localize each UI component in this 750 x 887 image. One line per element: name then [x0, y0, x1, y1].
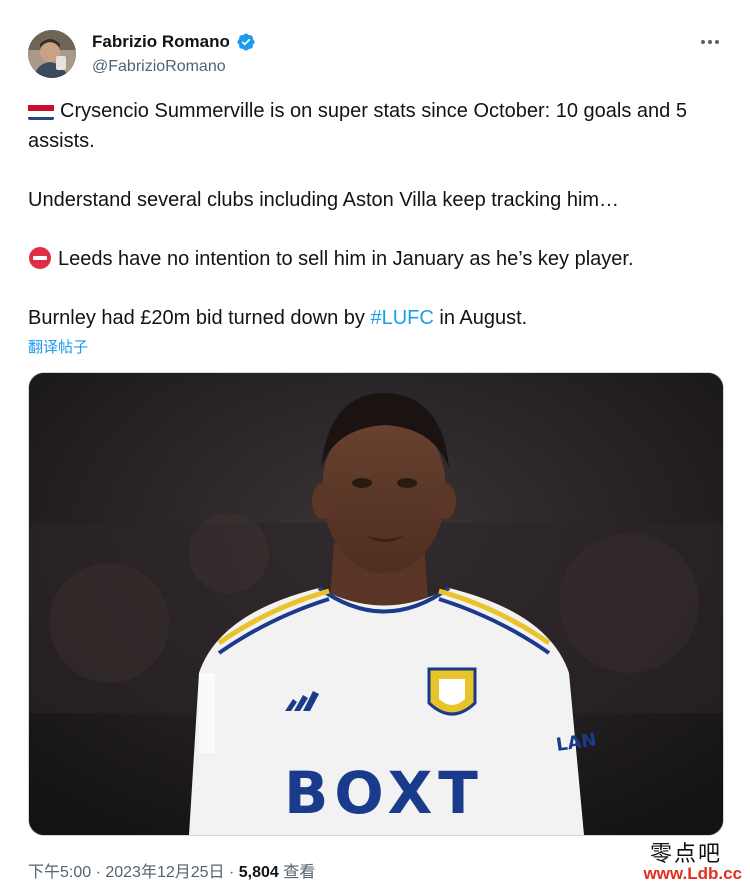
tweet-line-clubs: Understand several clubs including Aston… — [28, 189, 620, 211]
more-options-icon[interactable] — [698, 34, 722, 50]
tweet-paragraph: Burnley had £20m bid turned down by #LUF… — [28, 303, 728, 333]
author-handle[interactable]: @FabrizioRomano — [92, 58, 226, 76]
tweet-paragraph: Crysencio Summerville is on super stats … — [28, 96, 728, 156]
verified-badge-icon — [236, 32, 256, 52]
views-label: 查看 — [278, 864, 316, 881]
view-count: 5,804 — [238, 864, 279, 881]
avatar[interactable] — [28, 30, 76, 78]
tweet-paragraph: Understand several clubs including Aston… — [28, 185, 728, 215]
translate-post-link[interactable]: 翻译帖子 — [28, 336, 88, 357]
hashtag-link[interactable]: #LUFC — [370, 307, 433, 329]
tweet-media-photo[interactable]: BOXT LAN — [28, 372, 724, 836]
tweet-card: Fabrizio Romano @FabrizioRomano Crysenci… — [0, 0, 750, 887]
tweet-meta: 下午5:00 · 2023年12月25日 · 5,804 查看 — [28, 858, 315, 882]
netherlands-flag-icon — [28, 102, 54, 120]
no-entry-icon — [28, 246, 52, 270]
tweet-timestamp[interactable]: 下午5:00 · 2023年12月25日 · — [28, 864, 239, 881]
tweet-paragraph: Leeds have no intention to sell him in J… — [28, 244, 728, 274]
tweet-text: Crysencio Summerville is on super stats … — [28, 96, 728, 333]
tweet-line-leeds: Leeds have no intention to sell him in J… — [58, 248, 634, 270]
author-display-name[interactable]: Fabrizio Romano — [92, 32, 230, 52]
jersey-sponsor-text: BOXT — [284, 759, 484, 827]
tweet-line-burnley-post: in August. — [433, 307, 528, 329]
tweet-line-stats: Crysencio Summerville is on super stats … — [28, 100, 687, 152]
author-name-row[interactable]: Fabrizio Romano — [92, 32, 256, 52]
watermark-url: www.Ldb.cc — [643, 864, 742, 883]
tweet-line-burnley-pre: Burnley had £20m bid turned down by — [28, 307, 371, 329]
